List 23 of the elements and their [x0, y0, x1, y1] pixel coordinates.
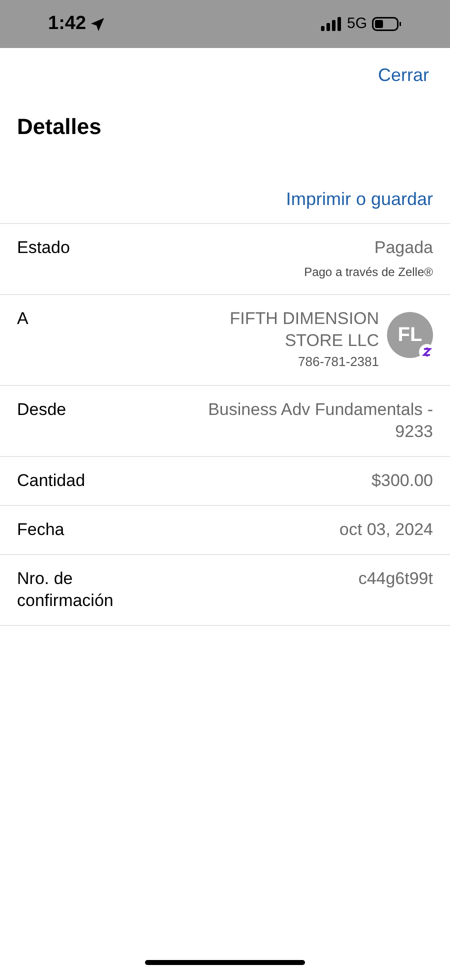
page-title: Detalles	[16, 113, 102, 141]
battery-icon	[372, 17, 402, 31]
field-value: c44g6t99t	[358, 568, 433, 590]
close-button[interactable]: Cerrar	[378, 62, 429, 89]
field-value: oct 03, 2024	[339, 518, 433, 540]
field-value: Business Adv Fundamentals - 9233	[207, 398, 433, 442]
field-value: $300.00	[372, 470, 433, 492]
avatar: FL	[387, 312, 433, 358]
print-link[interactable]: Imprimir o guardar	[286, 186, 433, 213]
phone-number: 786-781-2381	[298, 353, 379, 371]
field-label: Cantidad	[17, 470, 86, 492]
field-label: A	[17, 308, 30, 330]
field-label: Desde	[17, 398, 68, 420]
field-value: FIFTH DIMENSION STORE LLC	[228, 308, 379, 352]
field-value: Pagada	[374, 237, 433, 259]
field-label: Nro. de confirmación	[17, 568, 114, 612]
signal-icon	[320, 17, 342, 31]
field-label: Estado	[17, 237, 71, 259]
clock: 1:42	[48, 12, 86, 36]
field-label: Fecha	[17, 518, 66, 540]
payment-note: Pago a través de Zelle®	[304, 264, 433, 281]
network-label: 5G	[346, 14, 367, 34]
location-icon	[90, 16, 106, 32]
